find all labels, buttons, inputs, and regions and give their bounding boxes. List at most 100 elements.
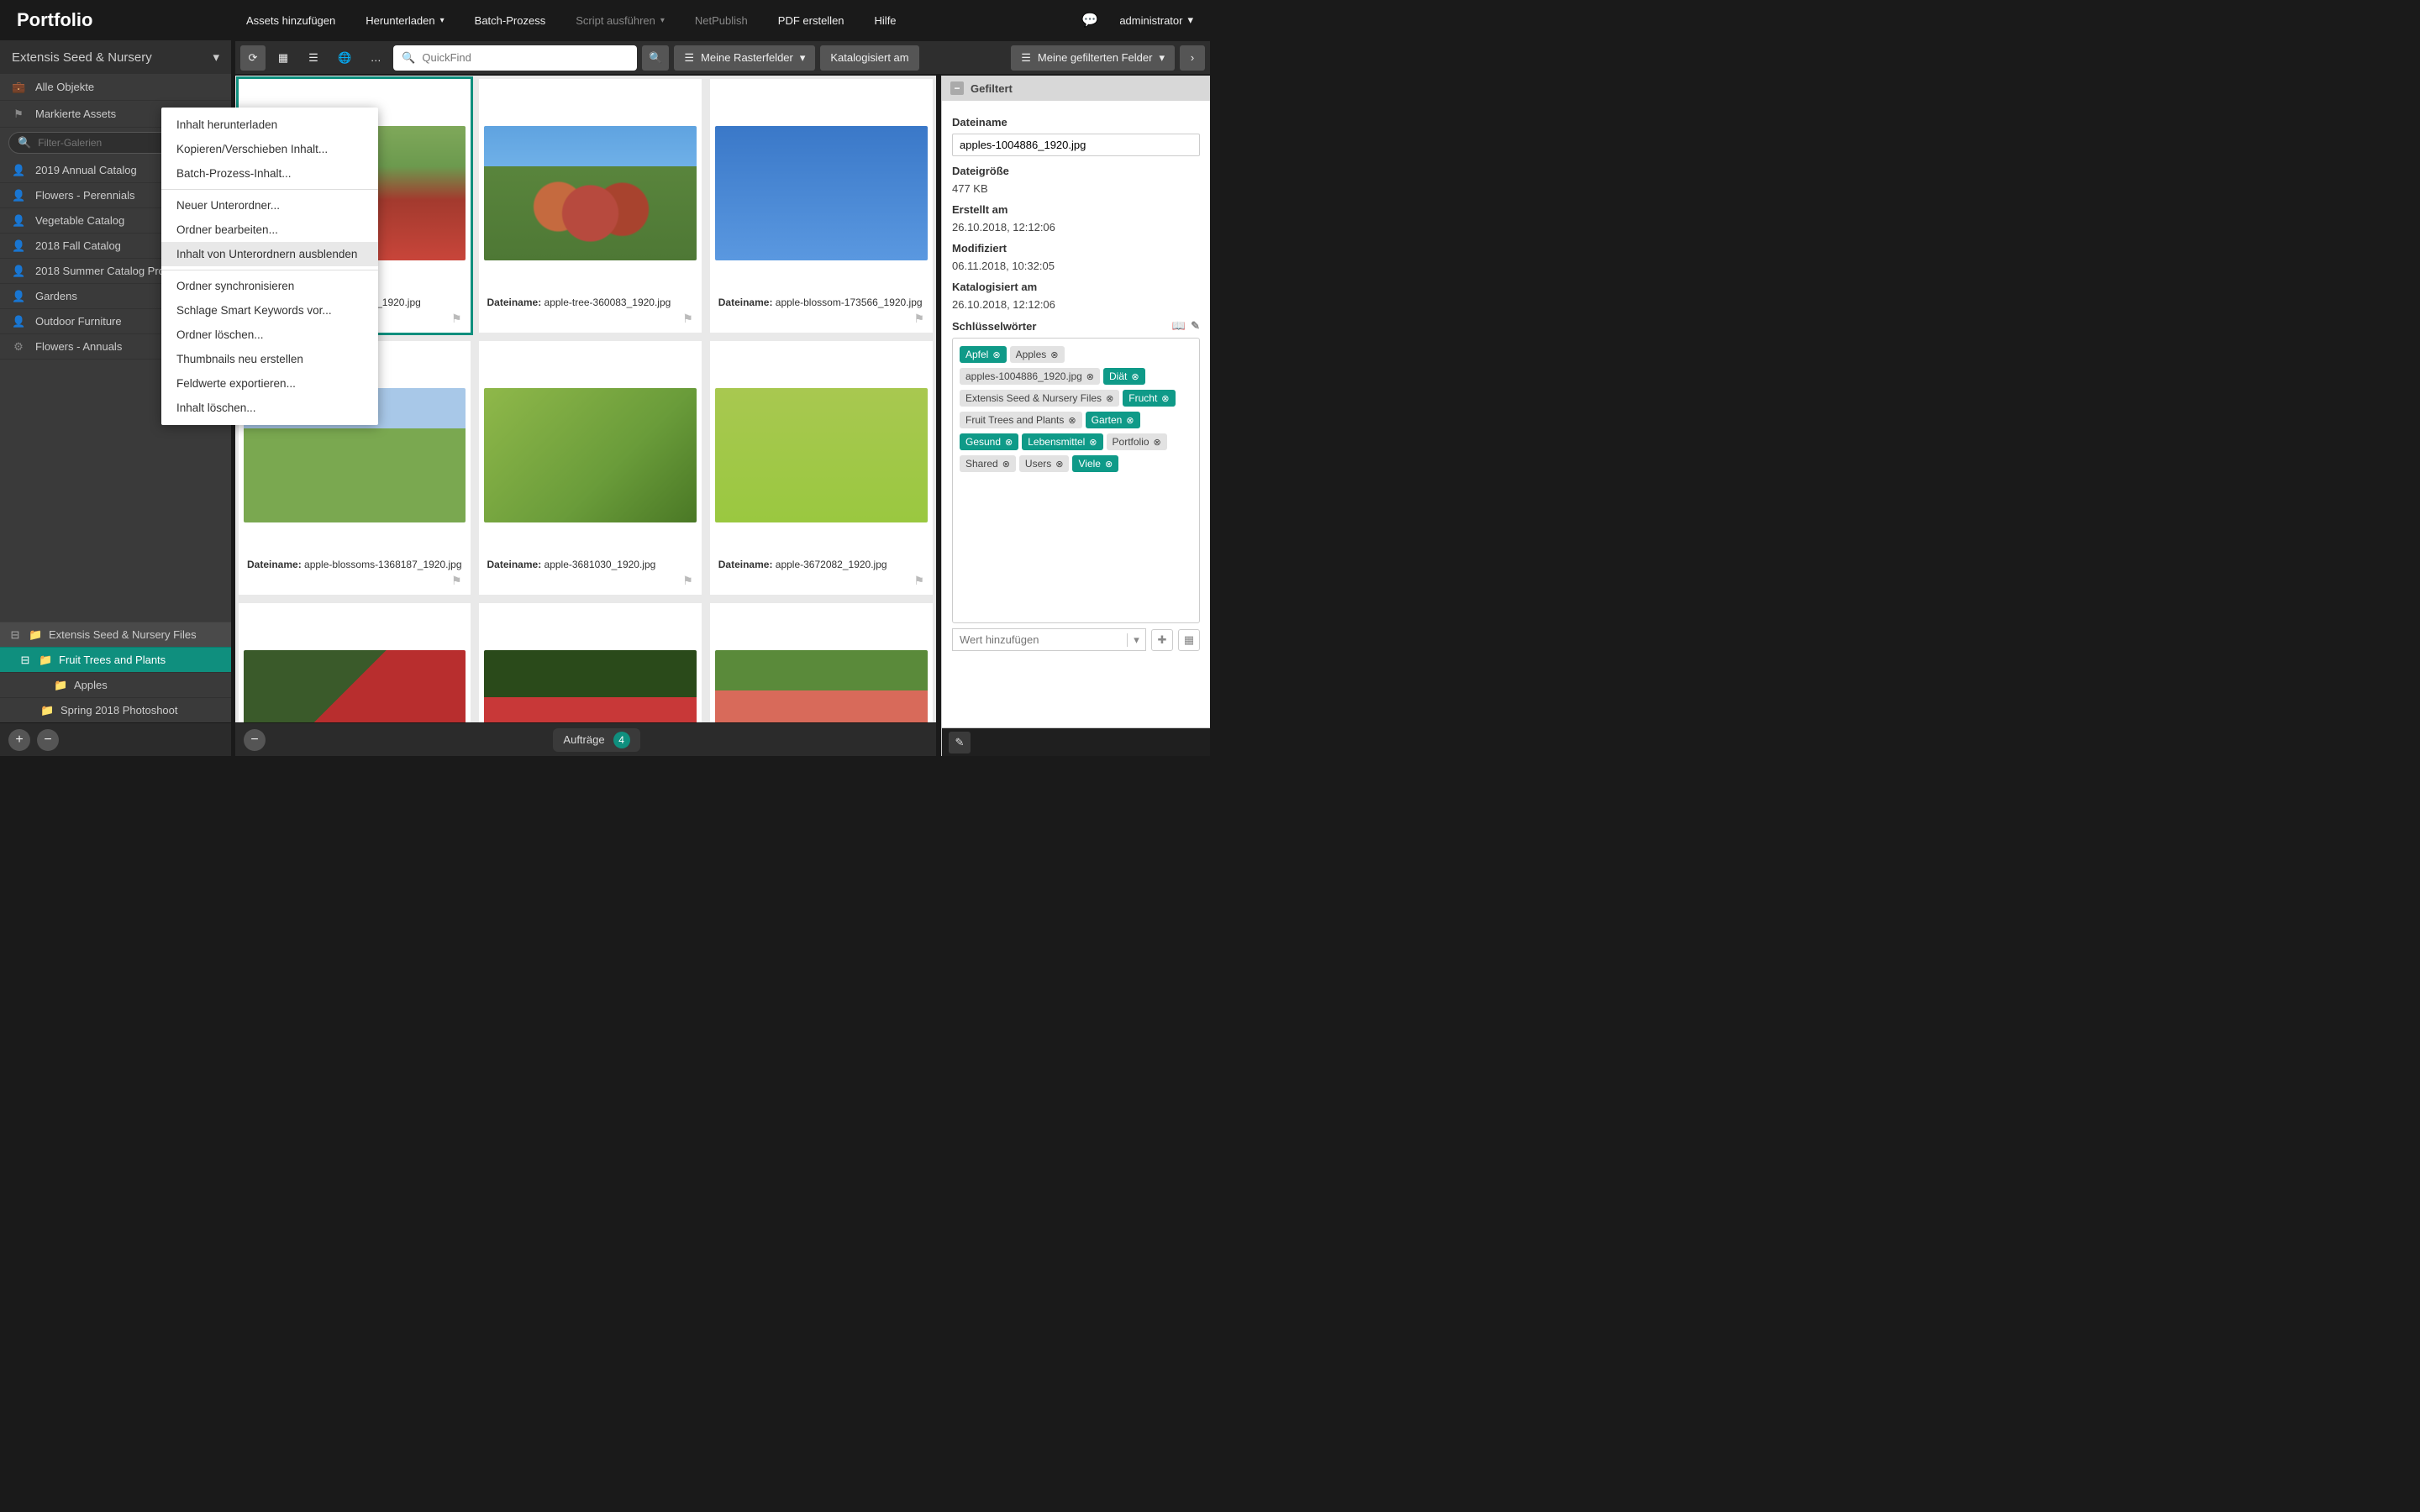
remove-icon[interactable]: ⊗ (1086, 371, 1094, 382)
asset-card[interactable]: Dateiname: apple-3672082_1920.jpg ⚑ (710, 341, 933, 595)
remove-button[interactable]: − (37, 729, 59, 751)
asset-card[interactable]: Dateiname: ⚑ (710, 603, 933, 722)
search-button[interactable]: 🔍 (642, 45, 669, 71)
menu-download[interactable]: Herunterladen▾ (350, 0, 459, 40)
menu-add-assets[interactable]: Assets hinzufügen (231, 0, 350, 40)
context-menu-item[interactable]: Ordner bearbeiten... (161, 218, 378, 242)
tree-root[interactable]: ⊟ 📁 Extensis Seed & Nursery Files (0, 622, 231, 647)
quickfind[interactable]: 🔍 (393, 45, 637, 71)
context-menu-item[interactable]: Neuer Unterordner... (161, 193, 378, 218)
menu-netpublish[interactable]: NetPublish (680, 0, 763, 40)
flag-icon[interactable]: ⚑ (710, 574, 933, 595)
zoom-out-button[interactable]: − (244, 729, 266, 751)
context-menu-item[interactable]: Feldwerte exportieren... (161, 371, 378, 396)
remove-icon[interactable]: ⊗ (1105, 459, 1113, 470)
asset-card[interactable]: Dateiname: apple-3681030_1920.jpg ⚑ (479, 341, 702, 595)
remove-icon[interactable]: ⊗ (1161, 393, 1169, 404)
tree-folder-fruit[interactable]: ⊟ 📁 Fruit Trees and Plants (0, 647, 231, 672)
user-menu[interactable]: administrator▾ (1119, 13, 1193, 27)
collapse-icon[interactable]: ⊟ (18, 654, 32, 667)
context-menu-item[interactable]: Inhalt von Unterordnern ausblenden (161, 242, 378, 266)
keyword-tag[interactable]: Shared⊗ (960, 455, 1016, 472)
keyword-tag[interactable]: Diät⊗ (1103, 368, 1145, 385)
remove-icon[interactable]: ⊗ (1126, 415, 1134, 426)
quickfind-input[interactable] (422, 51, 629, 64)
keyword-tag[interactable]: Apples⊗ (1010, 346, 1065, 363)
menu-pdf[interactable]: PDF erstellen (763, 0, 860, 40)
menu-batch[interactable]: Batch-Prozess (460, 0, 561, 40)
keyword-tag[interactable]: apples-1004886_1920.jpg⊗ (960, 368, 1100, 385)
asset-card[interactable]: Dateiname: apple-tree-360083_1920.jpg ⚑ (479, 79, 702, 333)
remove-icon[interactable]: ⊗ (1131, 371, 1139, 382)
keyword-tag[interactable]: Garten⊗ (1086, 412, 1140, 428)
tree-folder-apples[interactable]: 📁 Apples (0, 672, 231, 697)
remove-icon[interactable]: ⊗ (1068, 415, 1076, 426)
keyword-tag[interactable]: Extensis Seed & Nursery Files⊗ (960, 390, 1119, 407)
keyword-tag[interactable]: Lebensmittel⊗ (1022, 433, 1102, 450)
add-keyword-button[interactable]: ✚ (1151, 629, 1173, 651)
sidebar-all-objects[interactable]: 💼 Alle Objekte (0, 74, 231, 101)
catalog-selector[interactable]: Extensis Seed & Nursery ▾ (0, 40, 231, 74)
pencil-icon[interactable]: ✎ (1191, 319, 1200, 333)
keyword-tag[interactable]: Frucht⊗ (1123, 390, 1175, 407)
asset-card[interactable]: Dateiname: ⚑ (239, 603, 471, 722)
flag-icon[interactable]: ⚑ (479, 574, 702, 595)
thumbnail[interactable] (710, 341, 933, 552)
chat-icon[interactable]: 💬 (1081, 12, 1098, 29)
filtered-fields-dropdown[interactable]: ☰ Meine gefilterten Felder ▾ (1011, 45, 1175, 71)
keyword-tag[interactable]: Apfel⊗ (960, 346, 1007, 363)
context-menu-item[interactable]: Inhalt herunterladen (161, 113, 378, 137)
remove-icon[interactable]: ⊗ (1106, 393, 1113, 404)
add-button[interactable]: + (8, 729, 30, 751)
panel-collapse-button[interactable]: › (1180, 45, 1205, 71)
thumbnail[interactable] (479, 79, 702, 290)
thumbnail[interactable] (479, 603, 702, 722)
remove-icon[interactable]: ⊗ (1005, 437, 1013, 448)
context-menu-item[interactable]: Batch-Prozess-Inhalt... (161, 161, 378, 186)
collapse-icon[interactable]: ⊟ (8, 628, 22, 642)
more-button[interactable]: … (363, 45, 388, 71)
collapse-icon[interactable]: − (950, 81, 964, 95)
keyword-tag[interactable]: Gesund⊗ (960, 433, 1018, 450)
asset-card[interactable]: Dateiname: apple-blossom-173566_1920.jpg… (710, 79, 933, 333)
flag-icon[interactable]: ⚑ (479, 312, 702, 333)
context-menu-item[interactable]: Kopieren/Verschieben Inhalt... (161, 137, 378, 161)
context-menu-item[interactable]: Thumbnails neu erstellen (161, 347, 378, 371)
keyword-dropdown[interactable]: ▾ (1127, 633, 1145, 647)
context-menu-item[interactable]: Ordner löschen... (161, 323, 378, 347)
flag-icon[interactable]: ⚑ (239, 574, 471, 595)
thumbnail[interactable] (710, 79, 933, 290)
remove-icon[interactable]: ⊗ (1055, 459, 1063, 470)
grid-view-button[interactable]: ▦ (271, 45, 296, 71)
keyword-tag[interactable]: Portfolio⊗ (1107, 433, 1167, 450)
flag-icon[interactable]: ⚑ (710, 312, 933, 333)
menu-script[interactable]: Script ausführen▾ (560, 0, 680, 40)
sort-field-dropdown[interactable]: Katalogisiert am (820, 45, 918, 71)
filename-input[interactable] (952, 134, 1200, 156)
context-menu-item[interactable]: Schlage Smart Keywords vor... (161, 298, 378, 323)
thumbnail[interactable] (710, 603, 933, 722)
remove-icon[interactable]: ⊗ (1089, 437, 1097, 448)
remove-icon[interactable]: ⊗ (1154, 437, 1161, 448)
keyword-tag[interactable]: Fruit Trees and Plants⊗ (960, 412, 1082, 428)
keyword-tag[interactable]: Viele⊗ (1072, 455, 1118, 472)
refresh-button[interactable]: ⟳ (240, 45, 266, 71)
thumbnail[interactable] (239, 603, 471, 722)
remove-icon[interactable]: ⊗ (1050, 349, 1058, 360)
book-icon[interactable]: 📖 (1172, 319, 1186, 333)
asset-card[interactable]: Dateiname: ⚑ (479, 603, 702, 722)
context-menu-item[interactable]: Inhalt löschen... (161, 396, 378, 420)
keyword-grid-button[interactable]: ▦ (1178, 629, 1200, 651)
globe-button[interactable]: 🌐 (331, 45, 358, 71)
list-view-button[interactable]: ☰ (301, 45, 326, 71)
add-keyword-input[interactable] (953, 629, 1127, 650)
remove-icon[interactable]: ⊗ (1002, 459, 1010, 470)
grid-fields-dropdown[interactable]: ☰ Meine Rasterfelder ▾ (674, 45, 815, 71)
tree-folder-spring[interactable]: 📁 Spring 2018 Photoshoot (0, 697, 231, 722)
edit-button[interactable]: ✎ (949, 732, 971, 753)
remove-icon[interactable]: ⊗ (992, 349, 1000, 360)
context-menu-item[interactable]: Ordner synchronisieren (161, 274, 378, 298)
jobs-indicator[interactable]: Aufträge 4 (553, 728, 639, 752)
menu-help[interactable]: Hilfe (860, 0, 912, 40)
thumbnail[interactable] (479, 341, 702, 552)
